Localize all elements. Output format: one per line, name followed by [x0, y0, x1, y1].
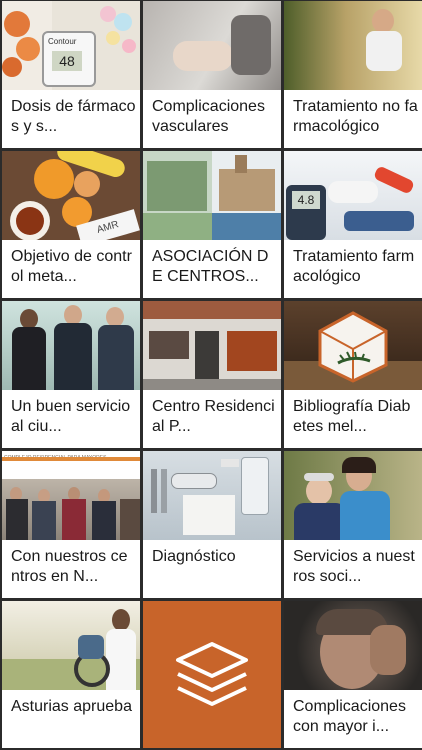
- tile-label: Asturias aprueba: [11, 698, 132, 715]
- tile-label: Diagnóstico: [152, 548, 236, 565]
- tile-image-man-headache: [284, 601, 422, 690]
- tile-image-flowers-glucometer: Contour 48: [2, 1, 140, 90]
- tile-label: Un buen servicio al ciu...: [11, 398, 131, 435]
- tile-image-chest-pain: [143, 1, 281, 90]
- tile-asturias[interactable]: Asturias aprueba: [2, 601, 140, 748]
- glucometer-brand: Contour: [48, 37, 77, 46]
- tile-label: Objetivo de control meta...: [11, 248, 132, 285]
- glucometer-reading: 48: [52, 51, 82, 71]
- tile-image-wheelchair: [2, 601, 140, 690]
- hexagon-box-icon: [318, 311, 388, 383]
- layers-icon: [176, 641, 248, 706]
- tile-image-books: [284, 301, 422, 390]
- tile-label: Dosis de fármacos y s...: [11, 98, 136, 135]
- tile-image-nurse-elderly: [284, 451, 422, 540]
- meter-reading: 4.8: [292, 191, 320, 209]
- tile-complicaciones-vasculares[interactable]: Complicaciones vasculares: [143, 1, 281, 148]
- tile-asociacion-centros[interactable]: ASOCIACIÓN DE CENTROS...: [143, 151, 281, 298]
- tile-image-group-photo: COMPLEJO RESIDENCIAL PARA MAYORES: [2, 451, 140, 540]
- tile-grid: Contour 48 Dosis de fármacos y s... Comp…: [0, 0, 422, 750]
- tile-buen-servicio[interactable]: Un buen servicio al ciu...: [2, 301, 140, 448]
- tile-tratamiento-no-farmacologico[interactable]: Tratamiento no farmacológico: [284, 1, 422, 148]
- tile-bibliografia[interactable]: Bibliografía Diabetes mel...: [284, 301, 422, 448]
- tile-label: Tratamiento farmacológico: [293, 248, 415, 285]
- tile-label: Tratamiento no farmacológico: [293, 98, 418, 135]
- tile-dosis[interactable]: Contour 48 Dosis de fármacos y s...: [2, 1, 140, 148]
- menu-tile[interactable]: [143, 601, 281, 748]
- tile-label: Bibliografía Diabetes mel...: [293, 398, 411, 435]
- tile-servicios-socios[interactable]: Servicios a nuestros soci...: [284, 451, 422, 598]
- tile-image-fruit-tea: AMR: [2, 151, 140, 240]
- tile-objetivo-control[interactable]: AMR Objetivo de control meta...: [2, 151, 140, 298]
- tile-image-people-meeting: [2, 301, 140, 390]
- tile-label: Servicios a nuestros soci...: [293, 548, 415, 585]
- tile-label: Centro Residencial P...: [152, 398, 275, 435]
- tile-image-meter-pills: 4.8: [284, 151, 422, 240]
- tile-image-runner: [284, 1, 422, 90]
- tile-image-medical-tools: [143, 451, 281, 540]
- tile-label: Complicaciones vasculares: [152, 98, 265, 135]
- tile-label: Complicaciones con mayor i...: [293, 698, 406, 735]
- tile-image-buildings: [143, 151, 281, 240]
- tile-label: ASOCIACIÓN DE CENTROS...: [152, 248, 269, 285]
- tile-label: Con nuestros centros en N...: [11, 548, 128, 585]
- tile-diagnostico[interactable]: Diagnóstico: [143, 451, 281, 598]
- tile-complicaciones-mayor[interactable]: Complicaciones con mayor i...: [284, 601, 422, 748]
- tile-nuestros-centros[interactable]: COMPLEJO RESIDENCIAL PARA MAYORES Con nu…: [2, 451, 140, 598]
- tile-centro-residencial[interactable]: Centro Residencial P...: [143, 301, 281, 448]
- tile-tratamiento-farmacologico[interactable]: 4.8 Tratamiento farmacológico: [284, 151, 422, 298]
- tile-image-residence-building: [143, 301, 281, 390]
